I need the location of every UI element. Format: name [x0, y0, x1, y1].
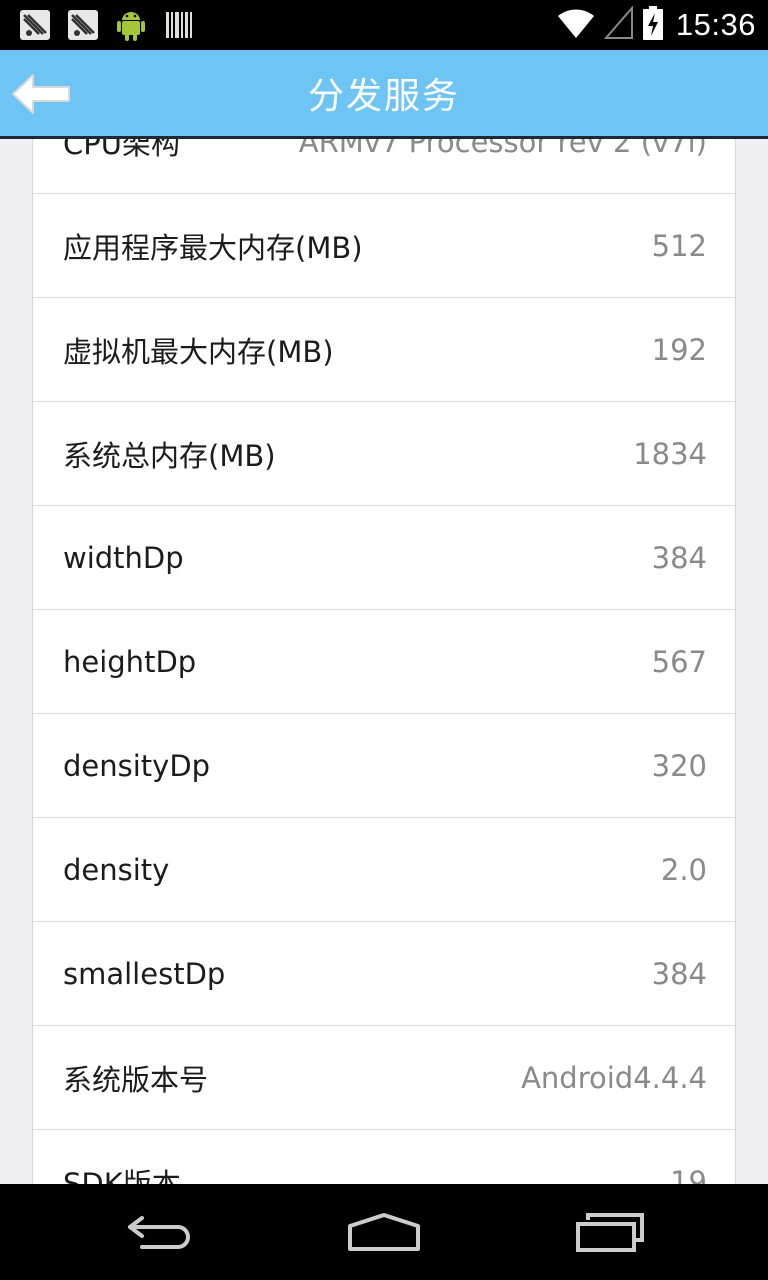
- info-row-value: Android4.4.4: [521, 1060, 707, 1095]
- info-row-label: densityDp: [63, 748, 211, 783]
- info-row: CPU架构 ARMv7 Processor rev 2 (v7l): [33, 139, 735, 194]
- info-row-value: ARMv7 Processor rev 2 (v7l): [298, 139, 707, 159]
- screenshot-icon: [66, 8, 100, 42]
- info-row-label: widthDp: [63, 540, 184, 575]
- info-row-value: 192: [651, 332, 707, 367]
- title-bar: 分发服务: [0, 50, 768, 139]
- nav-recents-icon: [576, 1213, 644, 1252]
- info-row-value: 320: [651, 748, 707, 783]
- battery-icon: [642, 5, 664, 45]
- info-row-value: 384: [651, 956, 707, 991]
- info-row: 应用程序最大内存(MB) 512: [33, 194, 735, 298]
- info-row-label: 系统总内存(MB): [63, 438, 276, 473]
- navigation-bar: [0, 1184, 768, 1280]
- barcode-icon: [162, 8, 196, 42]
- android-icon: [114, 8, 148, 42]
- info-row: 虚拟机最大内存(MB) 192: [33, 298, 735, 402]
- info-row: densityDp 320: [33, 714, 735, 818]
- info-row-label: CPU架构: [63, 139, 180, 161]
- status-bar: 15:36: [0, 0, 768, 50]
- info-row: widthDp 384: [33, 506, 735, 610]
- info-row-label: heightDp: [63, 644, 197, 679]
- nav-back-icon: [128, 1216, 190, 1249]
- page-title: 分发服务: [307, 76, 460, 117]
- info-row-label: smallestDp: [63, 956, 226, 991]
- info-row: 系统版本号 Android4.4.4: [33, 1026, 735, 1130]
- info-row-label: density: [63, 852, 170, 887]
- screen: 15:36 分发服务 CPU架构 ARMv7 Processor rev 2 (v…: [0, 0, 768, 1280]
- info-row-label: 系统版本号: [63, 1062, 209, 1097]
- device-info-list: CPU架构 ARMv7 Processor rev 2 (v7l) 应用程序最大内存…: [32, 139, 736, 1184]
- info-row-value: 384: [651, 540, 707, 575]
- info-row-label: SDK版本: [63, 1166, 181, 1185]
- nav-home-button[interactable]: [324, 1202, 444, 1262]
- info-row-label: 应用程序最大内存(MB): [63, 230, 363, 265]
- info-row-label: 虚拟机最大内存(MB): [63, 334, 334, 369]
- info-row: 系统总内存(MB) 1834: [33, 402, 735, 506]
- info-row-value: 1834: [633, 436, 707, 471]
- info-row: smallestDp 384: [33, 922, 735, 1026]
- nav-recents-button[interactable]: [550, 1202, 670, 1262]
- content-scroll[interactable]: CPU架构 ARMv7 Processor rev 2 (v7l) 应用程序最大内存…: [0, 139, 768, 1184]
- info-row: SDK版本 19: [33, 1130, 735, 1185]
- info-row-value: 2.0: [660, 852, 707, 887]
- system-icons: 15:36: [556, 0, 756, 50]
- info-row: density 2.0: [33, 818, 735, 922]
- wifi-icon: [556, 6, 596, 44]
- info-row-value: 19: [670, 1164, 707, 1185]
- info-row-value: 512: [651, 228, 707, 263]
- info-row-value: 567: [651, 644, 707, 679]
- status-clock: 15:36: [675, 7, 756, 42]
- screenshot-icon: [18, 8, 52, 42]
- nav-back-button[interactable]: [100, 1202, 220, 1262]
- nav-home-icon: [348, 1213, 420, 1251]
- info-row: heightDp 567: [33, 610, 735, 714]
- signal-icon: [603, 5, 634, 44]
- notification-icons: [18, 8, 196, 42]
